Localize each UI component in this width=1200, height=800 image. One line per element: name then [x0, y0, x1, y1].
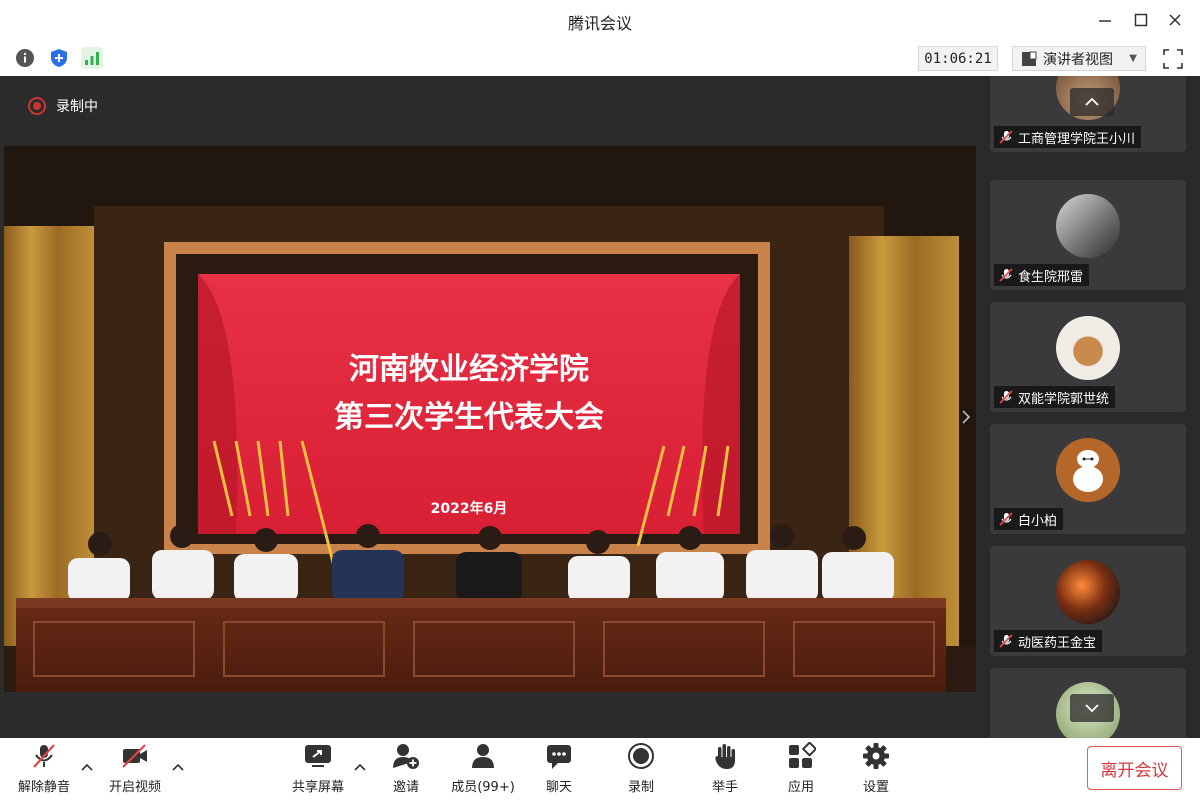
- recording-indicator: 录制中: [28, 96, 98, 116]
- apps-button[interactable]: 应用: [766, 742, 836, 796]
- members-icon: [472, 744, 494, 768]
- settings-label: 设置: [862, 780, 889, 795]
- close-icon[interactable]: [1164, 10, 1186, 30]
- banner-date: 2022年6月: [430, 501, 508, 517]
- participant-name: 工商管理学院王小川: [1018, 131, 1136, 147]
- avatar: [1056, 560, 1120, 624]
- recording-label: 录制中: [56, 99, 98, 115]
- members-label: 成员(99+): [451, 780, 515, 795]
- avatar: [1056, 316, 1120, 380]
- chat-button[interactable]: 聊天: [524, 742, 594, 796]
- info-icon[interactable]: [14, 47, 36, 69]
- audio-options-chevron-icon[interactable]: [80, 760, 94, 774]
- participant-namebar: 白小柏: [994, 508, 1064, 530]
- participant-name: 食生院邢雷: [1018, 269, 1084, 285]
- participant-namebar: 食生院邢雷: [994, 264, 1090, 286]
- participant-tile[interactable]: 食生院邢雷: [990, 180, 1186, 290]
- avatar: [1056, 438, 1120, 502]
- video-off-icon: [122, 744, 147, 768]
- participant-namebar: 工商管理学院王小川: [994, 126, 1142, 148]
- participant-tile[interactable]: 白小柏: [990, 424, 1186, 534]
- participant-panel: 工商管理学院王小川 食生院邢雷 双能学院郭世统 白小柏 动医药王金宝: [978, 76, 1200, 738]
- unmute-button[interactable]: 解除静音: [9, 742, 79, 796]
- muted-mic-icon: [999, 390, 1013, 404]
- share-screen-label: 共享屏幕: [291, 780, 344, 795]
- share-options-chevron-icon[interactable]: [353, 760, 367, 774]
- chevron-down-icon: [1085, 704, 1099, 713]
- maximize-icon[interactable]: [1130, 10, 1152, 30]
- speaker-view-icon: [1022, 51, 1037, 66]
- scroll-up-button[interactable]: [1070, 88, 1114, 116]
- unmute-label: 解除静音: [17, 780, 70, 795]
- participant-tile[interactable]: 双能学院郭世统: [990, 302, 1186, 412]
- participant-tile[interactable]: 动医药王金宝: [990, 546, 1186, 656]
- network-signal-icon[interactable]: [81, 47, 103, 69]
- record-icon: [628, 743, 654, 769]
- participant-namebar: 动医药王金宝: [994, 630, 1103, 652]
- muted-mic-icon: [999, 512, 1013, 526]
- chat-icon: [547, 745, 571, 769]
- gear-icon: [863, 743, 889, 769]
- meeting-window: 腾讯会议 01:06:21 演讲者视图 ▼ 录制中 河南牧业经济学院 第三次学生…: [0, 0, 1200, 800]
- invite-button[interactable]: 邀请: [371, 742, 441, 796]
- participant-namebar: 双能学院郭世统: [994, 386, 1116, 408]
- meeting-timer: 01:06:21: [918, 46, 998, 71]
- banner-title-line1: 河南牧业经济学院: [349, 352, 589, 387]
- muted-mic-icon: [33, 744, 55, 768]
- chevron-up-icon: [1085, 97, 1099, 106]
- members-button[interactable]: 成员(99+): [441, 742, 525, 796]
- settings-button[interactable]: 设置: [841, 742, 911, 796]
- dropdown-caret-icon: ▼: [1129, 53, 1137, 64]
- muted-mic-icon: [999, 130, 1013, 144]
- start-video-label: 开启视频: [108, 780, 161, 795]
- share-screen-icon: [305, 745, 331, 767]
- apps-label: 应用: [787, 780, 814, 795]
- minimize-icon[interactable]: [1094, 10, 1116, 30]
- muted-mic-icon: [999, 268, 1013, 282]
- window-title: 腾讯会议: [567, 14, 632, 33]
- banner-title-line2: 第三次学生代表大会: [334, 400, 604, 435]
- raise-hand-label: 举手: [711, 780, 738, 795]
- apps-grid-icon: [789, 742, 816, 768]
- chat-label: 聊天: [545, 780, 572, 795]
- raise-hand-icon: [715, 744, 735, 769]
- muted-mic-icon: [999, 634, 1013, 648]
- view-mode-label: 演讲者视图: [1043, 51, 1113, 68]
- participant-name: 双能学院郭世统: [1018, 391, 1110, 407]
- add-user-icon: [393, 744, 419, 769]
- security-shield-icon[interactable]: [48, 47, 70, 69]
- title-bar: 腾讯会议: [0, 0, 1200, 40]
- leave-meeting-button[interactable]: 离开会议: [1087, 746, 1182, 790]
- recording-icon: [28, 97, 46, 115]
- presenter-video: 河南牧业经济学院 第三次学生代表大会 2022年6月: [4, 146, 976, 692]
- participant-name: 动医药王金宝: [1018, 635, 1097, 651]
- record-button[interactable]: 录制: [606, 742, 676, 796]
- view-mode-dropdown[interactable]: 演讲者视图 ▼: [1012, 46, 1146, 71]
- start-video-button[interactable]: 开启视频: [100, 742, 170, 796]
- video-options-chevron-icon[interactable]: [171, 760, 185, 774]
- raise-hand-button[interactable]: 举手: [690, 742, 760, 796]
- share-screen-button[interactable]: 共享屏幕: [283, 742, 353, 796]
- fullscreen-icon[interactable]: [1160, 46, 1186, 72]
- record-label: 录制: [627, 780, 654, 795]
- scroll-down-button[interactable]: [1070, 694, 1114, 722]
- collapse-panel-icon[interactable]: [958, 406, 974, 428]
- avatar: [1056, 194, 1120, 258]
- participant-name: 白小柏: [1018, 513, 1058, 529]
- invite-label: 邀请: [392, 780, 419, 795]
